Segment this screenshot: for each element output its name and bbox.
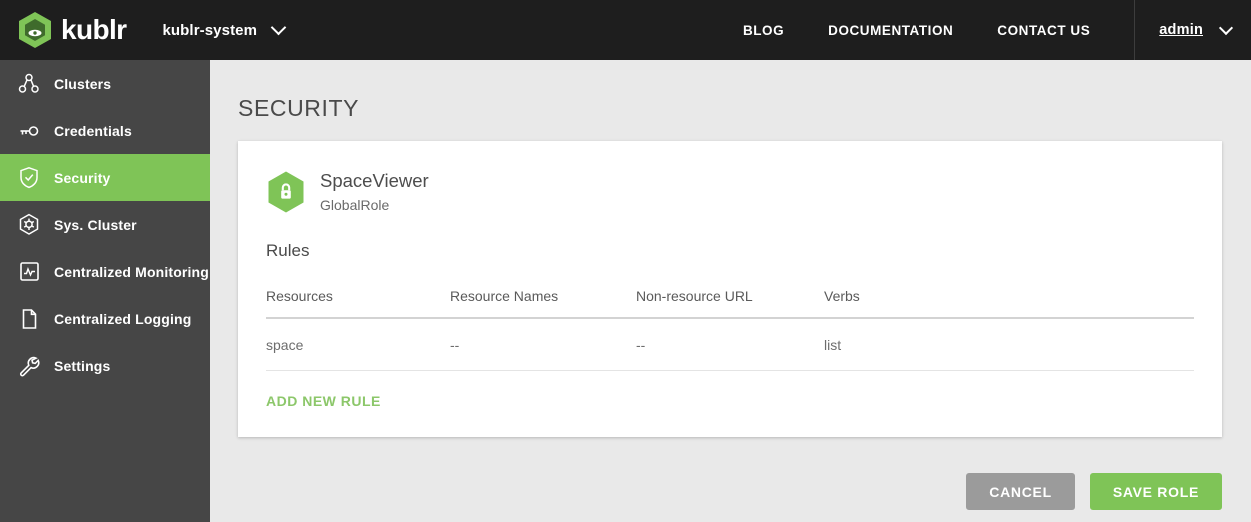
sidebar-item-sys-cluster[interactable]: Sys. Cluster bbox=[0, 201, 210, 248]
brand-name: kublr bbox=[61, 14, 127, 45]
nav-link-documentation[interactable]: DOCUMENTATION bbox=[828, 23, 953, 38]
column-header-non-resource-url: Non-resource URL bbox=[636, 287, 824, 319]
sidebar-item-clusters[interactable]: Clusters bbox=[0, 60, 210, 107]
cancel-button[interactable]: CANCEL bbox=[966, 473, 1075, 510]
cell-verbs: list bbox=[824, 317, 1194, 371]
top-nav-links: BLOG DOCUMENTATION CONTACT US admin bbox=[721, 0, 1251, 60]
wrench-icon bbox=[14, 351, 44, 381]
hexagon-lock-icon bbox=[266, 170, 306, 214]
rules-table: Resources Resource Names Non-resource UR… bbox=[266, 287, 1194, 371]
hexagon-gear-icon bbox=[14, 210, 44, 240]
scope-selector-label: kublr-system bbox=[162, 21, 258, 39]
form-actions: CANCEL SAVE ROLE bbox=[966, 473, 1222, 510]
column-header-verbs: Verbs bbox=[824, 287, 1194, 319]
document-icon bbox=[14, 304, 44, 334]
kublr-hexagon-logo-icon bbox=[18, 11, 52, 49]
role-header: SpaceViewer GlobalRole bbox=[266, 169, 1194, 215]
role-meta: SpaceViewer GlobalRole bbox=[320, 169, 429, 215]
column-header-resources: Resources bbox=[266, 287, 450, 319]
sidebar-item-label: Centralized Monitoring bbox=[54, 263, 209, 280]
chevron-down-icon bbox=[270, 19, 287, 36]
role-name: SpaceViewer bbox=[320, 170, 429, 191]
rules-table-body: space -- -- list bbox=[266, 317, 1194, 371]
table-row[interactable]: space -- -- list bbox=[266, 317, 1194, 371]
key-icon bbox=[14, 116, 44, 146]
sidebar-item-centralized-monitoring[interactable]: Centralized Monitoring bbox=[0, 248, 210, 295]
sidebar-item-settings[interactable]: Settings bbox=[0, 342, 210, 389]
brand-logo-link[interactable]: kublr bbox=[18, 11, 127, 49]
sidebar-item-label: Settings bbox=[54, 357, 111, 374]
user-menu-label: admin bbox=[1159, 22, 1203, 38]
shield-check-icon bbox=[14, 163, 44, 193]
sidebar-item-security[interactable]: Security bbox=[0, 154, 210, 201]
nav-link-blog[interactable]: BLOG bbox=[743, 23, 784, 38]
add-new-rule-button[interactable]: ADD NEW RULE bbox=[266, 393, 381, 409]
role-detail-card: SpaceViewer GlobalRole Rules Resources R… bbox=[238, 141, 1222, 437]
rules-table-head: Resources Resource Names Non-resource UR… bbox=[266, 287, 1194, 319]
table-header-row: Resources Resource Names Non-resource UR… bbox=[266, 287, 1194, 319]
sidebar-item-credentials[interactable]: Credentials bbox=[0, 107, 210, 154]
chevron-down-icon bbox=[1218, 20, 1234, 35]
nodes-icon bbox=[14, 69, 44, 99]
cell-resources: space bbox=[266, 317, 450, 371]
main-content: SECURITY SpaceViewer GlobalRole Rules Re… bbox=[210, 60, 1251, 522]
sidebar-item-label: Credentials bbox=[54, 122, 132, 139]
cell-resource-names: -- bbox=[450, 317, 636, 371]
page-title: SECURITY bbox=[238, 95, 360, 121]
user-menu-dropdown[interactable]: admin bbox=[1135, 20, 1251, 38]
sidebar-item-label: Security bbox=[54, 169, 111, 186]
chart-square-icon bbox=[14, 257, 44, 287]
role-kind: GlobalRole bbox=[320, 196, 390, 213]
cell-non-resource-url: -- bbox=[636, 317, 824, 371]
sidebar-item-centralized-logging[interactable]: Centralized Logging bbox=[0, 295, 210, 342]
nav-link-contact-us[interactable]: CONTACT US bbox=[997, 23, 1090, 38]
save-role-button[interactable]: SAVE ROLE bbox=[1089, 473, 1222, 510]
sidebar-nav: Clusters Credentials Security Sys. Clust… bbox=[0, 60, 210, 522]
rules-section-title: Rules bbox=[266, 240, 310, 260]
sidebar-item-label: Centralized Logging bbox=[54, 310, 192, 327]
scope-selector-dropdown[interactable]: kublr-system bbox=[162, 19, 287, 39]
column-header-resource-names: Resource Names bbox=[450, 287, 636, 319]
top-header-bar: kublr kublr-system BLOG DOCUMENTATION CO… bbox=[0, 0, 1251, 60]
sidebar-item-label: Sys. Cluster bbox=[54, 216, 137, 233]
sidebar-item-label: Clusters bbox=[54, 75, 112, 92]
